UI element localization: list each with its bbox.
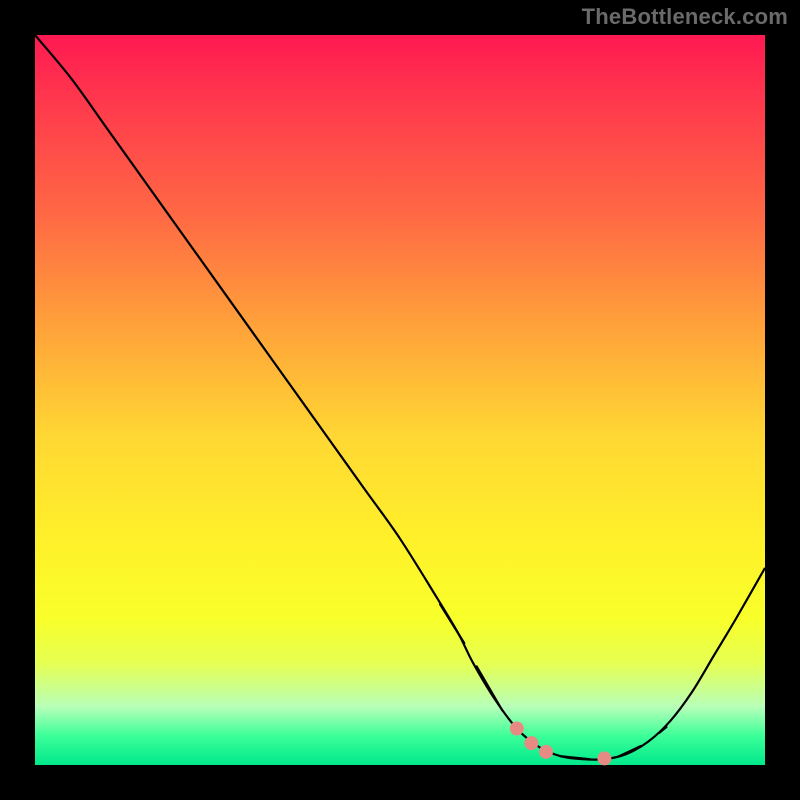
curve-marker-pill bbox=[561, 756, 590, 759]
curve-marker-pill bbox=[477, 666, 503, 710]
attribution-label: TheBottleneck.com bbox=[582, 4, 788, 30]
curve-marker-dot bbox=[524, 736, 538, 750]
chart-frame: TheBottleneck.com bbox=[0, 0, 800, 800]
curve-marker-dot bbox=[539, 745, 553, 759]
curve-marker-dot bbox=[597, 751, 611, 765]
curve-marker-pill bbox=[440, 604, 464, 643]
bottleneck-curve-svg bbox=[35, 35, 765, 765]
curve-marker-dot bbox=[510, 722, 524, 736]
bottleneck-curve bbox=[35, 35, 765, 760]
plot-area bbox=[35, 35, 765, 765]
curve-marker-pill bbox=[619, 746, 641, 756]
marker-layer bbox=[440, 604, 666, 765]
